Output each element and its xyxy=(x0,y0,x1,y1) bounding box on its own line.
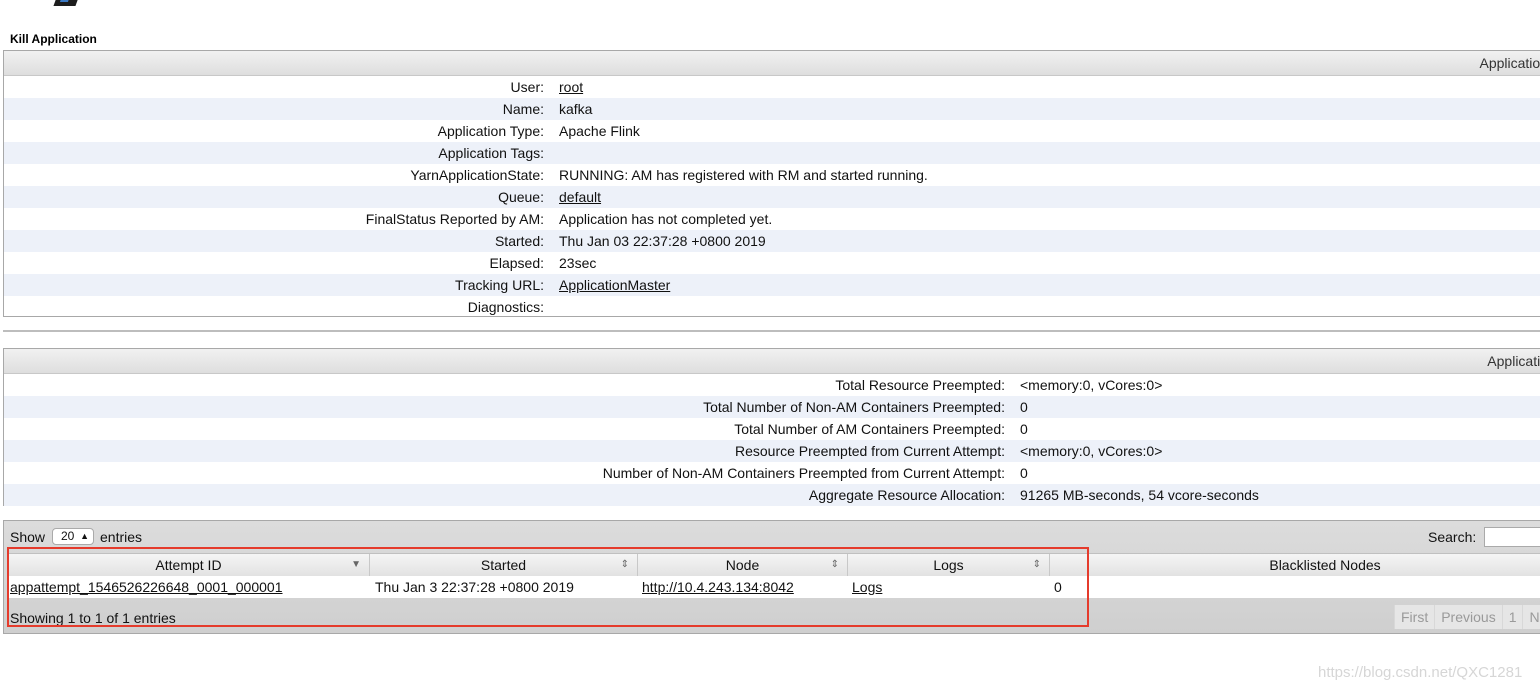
info-value: RUNNING: AM has registered with RM and s… xyxy=(559,167,928,183)
metric-row: Total Number of AM Containers Preempted:… xyxy=(4,418,1540,440)
info-key: FinalStatus Reported by AM: xyxy=(365,211,544,227)
info-value-link[interactable]: default xyxy=(559,189,601,205)
info-value: Thu Jan 03 22:37:28 +0800 2019 xyxy=(559,233,766,249)
metric-row: Resource Preempted from Current Attempt:… xyxy=(4,440,1540,462)
search-input[interactable] xyxy=(1484,527,1540,547)
metric-key: Total Number of AM Containers Preempted: xyxy=(734,421,1005,437)
info-row: Name: kafka xyxy=(4,98,1540,120)
info-value: kafka xyxy=(559,101,593,117)
metric-value: 91265 MB-seconds, 54 vcore-seconds xyxy=(1020,487,1259,503)
info-value: 23sec xyxy=(559,255,597,271)
metric-value: <memory:0, vCores:0> xyxy=(1020,377,1163,393)
info-value: Application has not completed yet. xyxy=(559,211,773,227)
pager-first[interactable]: First xyxy=(1394,605,1435,629)
page-size-select[interactable]: 20 ▲ xyxy=(52,528,94,545)
metric-row: Total Resource Preempted: <memory:0, vCor… xyxy=(4,374,1540,396)
info-key: Application Tags: xyxy=(438,145,544,161)
info-key: Started: xyxy=(494,233,544,249)
updown-arrow-icon: ▲ xyxy=(80,531,89,541)
info-key: Diagnostics: xyxy=(467,299,544,315)
search-label: Search: xyxy=(1428,529,1477,545)
info-row: Started: Thu Jan 03 22:37:28 +0800 2019 xyxy=(4,230,1540,252)
info-row: FinalStatus Reported by AM: Application h… xyxy=(4,208,1540,230)
overview-panel-header: Application xyxy=(4,51,1540,76)
info-value: Apache Flink xyxy=(559,123,640,139)
pager-previous[interactable]: Previous xyxy=(1434,605,1502,629)
pagination: First Previous 1 Ne xyxy=(1394,605,1540,629)
kill-application-link[interactable]: Kill Application xyxy=(10,32,97,46)
application-metrics-panel: Applicatio Total Resource Preempted: <mem… xyxy=(3,348,1540,506)
metric-row: Total Number of Non-AM Containers Preemp… xyxy=(4,396,1540,418)
metric-key: Total Resource Preempted: xyxy=(835,377,1005,393)
metric-key: Total Number of Non-AM Containers Preemp… xyxy=(703,399,1005,415)
info-row: Tracking URL: ApplicationMaster xyxy=(4,274,1540,296)
metrics-panel-header: Applicatio xyxy=(4,349,1540,374)
info-row: User: root xyxy=(4,76,1540,98)
info-row: Diagnostics: xyxy=(4,296,1540,318)
metric-row: Number of Non-AM Containers Preempted fr… xyxy=(4,462,1540,484)
info-key: Elapsed: xyxy=(489,255,544,271)
info-row: Queue: default xyxy=(4,186,1540,208)
metric-row: Aggregate Resource Allocation: 91265 MB-s… xyxy=(4,484,1540,506)
info-key: User: xyxy=(510,79,544,95)
highlight-box xyxy=(7,547,1089,627)
section-divider xyxy=(3,330,1540,332)
info-value-link[interactable]: ApplicationMaster xyxy=(559,277,670,293)
page-size-value: 20 xyxy=(61,529,75,543)
info-key: YarnApplicationState: xyxy=(410,167,544,183)
info-value-link[interactable]: root xyxy=(559,79,583,95)
info-row: Elapsed: 23sec xyxy=(4,252,1540,274)
watermark: https://blog.csdn.net/QXC1281 xyxy=(1318,664,1523,681)
info-key: Name: xyxy=(502,101,544,117)
info-row: Application Type: Apache Flink xyxy=(4,120,1540,142)
metric-key: Number of Non-AM Containers Preempted fr… xyxy=(602,465,1005,481)
pager-page-1[interactable]: 1 xyxy=(1501,605,1523,629)
metric-key: Aggregate Resource Allocation: xyxy=(808,487,1005,503)
column-header-blacklisted-nodes[interactable]: Blacklisted Nodes xyxy=(1050,554,1540,576)
metric-value: 0 xyxy=(1020,421,1028,437)
info-key: Queue: xyxy=(498,189,544,205)
overview-panel-title: Application xyxy=(1479,55,1540,71)
metric-value: <memory:0, vCores:0> xyxy=(1020,443,1163,459)
info-row: YarnApplicationState: RUNNING: AM has reg… xyxy=(4,164,1540,186)
info-key: Application Type: xyxy=(437,123,544,139)
pager-next[interactable]: Ne xyxy=(1522,605,1540,629)
metrics-panel-title: Applicatio xyxy=(1487,353,1540,369)
info-key: Tracking URL: xyxy=(455,277,544,293)
info-row: Application Tags: xyxy=(4,142,1540,164)
application-overview-panel: Application User: root Name: kafka Applicati… xyxy=(3,50,1540,317)
logo-fragment xyxy=(53,0,81,6)
column-label: Blacklisted Nodes xyxy=(1269,557,1381,573)
metric-key: Resource Preempted from Current Attempt: xyxy=(735,443,1005,459)
show-label: Show xyxy=(10,529,46,545)
entries-label: entries xyxy=(100,529,143,545)
metric-value: 0 xyxy=(1020,399,1028,415)
metric-value: 0 xyxy=(1020,465,1028,481)
